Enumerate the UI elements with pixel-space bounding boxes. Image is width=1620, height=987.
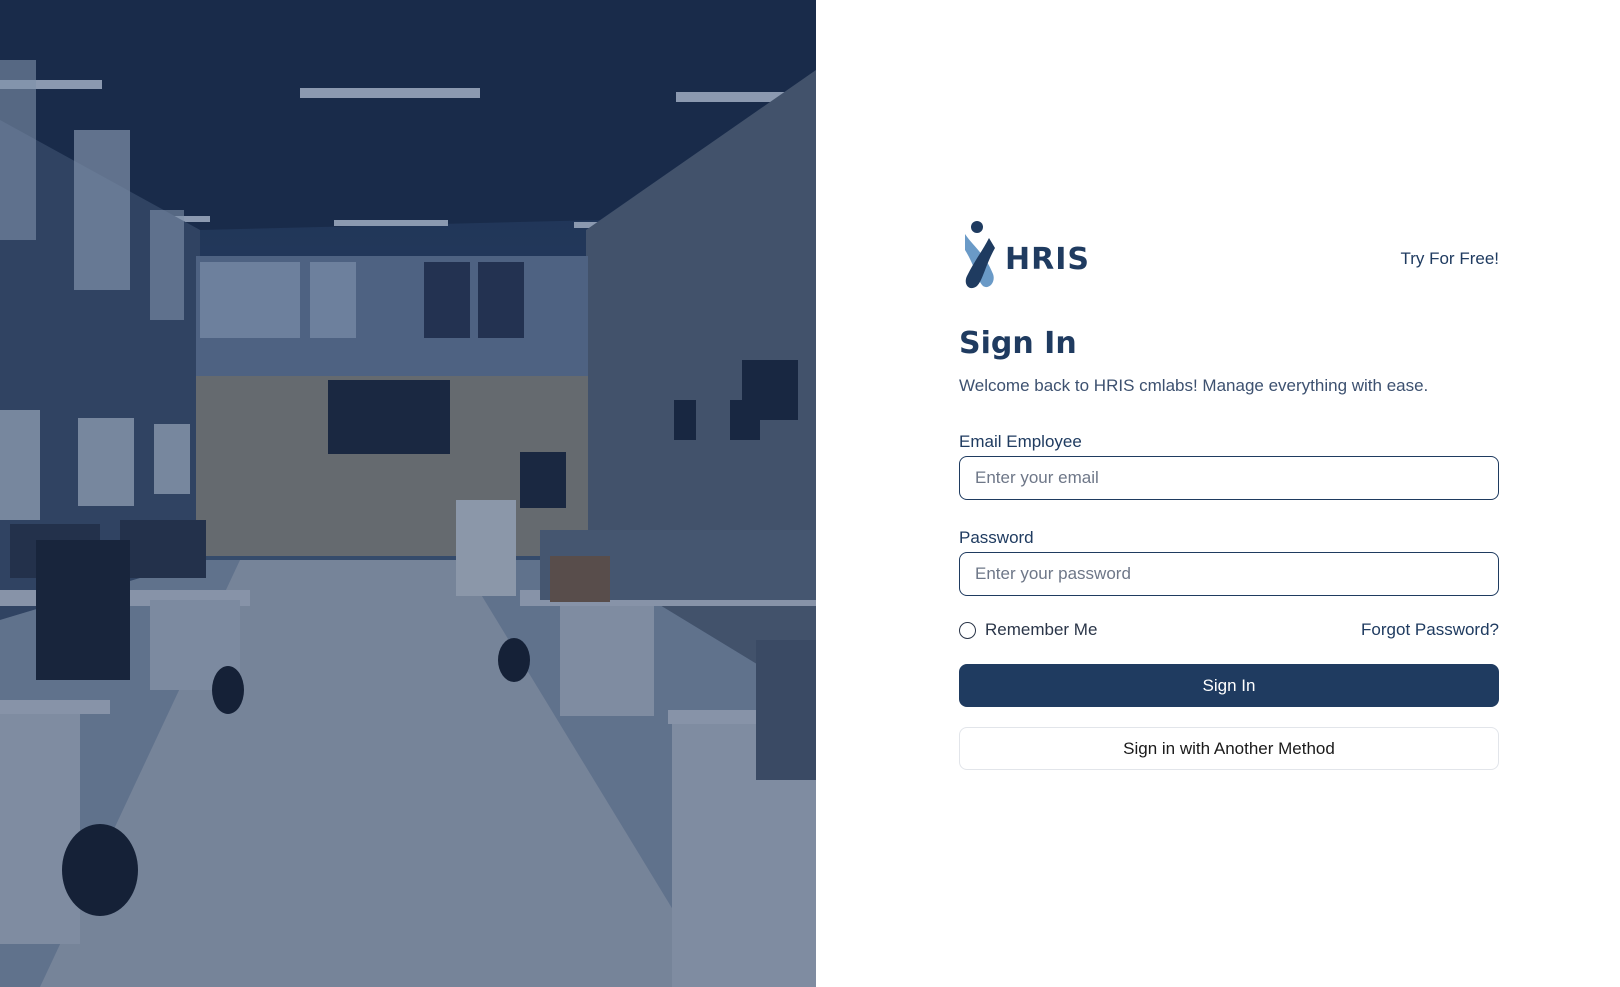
- remember-me-toggle[interactable]: Remember Me: [959, 620, 1097, 640]
- page-title: Sign In: [959, 326, 1077, 361]
- signin-form: HRIS Try For Free! Sign In Welcome back …: [959, 220, 1499, 770]
- hero-tint-overlay: [0, 0, 816, 987]
- hero-office-photo: [0, 0, 816, 987]
- signin-panel: HRIS Try For Free! Sign In Welcome back …: [816, 0, 1620, 987]
- logo-text: HRIS: [1005, 241, 1090, 277]
- email-label: Email Employee: [959, 432, 1082, 451]
- remember-me-label: Remember Me: [985, 620, 1098, 639]
- email-field[interactable]: [959, 456, 1499, 500]
- brand-header: HRIS Try For Free!: [959, 220, 1499, 299]
- hris-figure-icon: [959, 220, 999, 299]
- try-for-free-link[interactable]: Try For Free!: [1400, 249, 1499, 269]
- hris-logo: HRIS: [959, 220, 1090, 299]
- remember-me-checkbox[interactable]: [959, 621, 976, 639]
- sign-in-another-method-button[interactable]: Sign in with Another Method: [959, 727, 1499, 770]
- password-label: Password: [959, 528, 1034, 547]
- sign-in-button[interactable]: Sign In: [959, 664, 1499, 707]
- forgot-password-link[interactable]: Forgot Password?: [1361, 620, 1499, 640]
- login-page: HRIS Try For Free! Sign In Welcome back …: [0, 0, 1620, 987]
- welcome-subtitle: Welcome back to HRIS cmlabs! Manage ever…: [959, 376, 1429, 395]
- password-field[interactable]: [959, 552, 1499, 596]
- form-options-row: Remember Me Forgot Password?: [959, 618, 1499, 642]
